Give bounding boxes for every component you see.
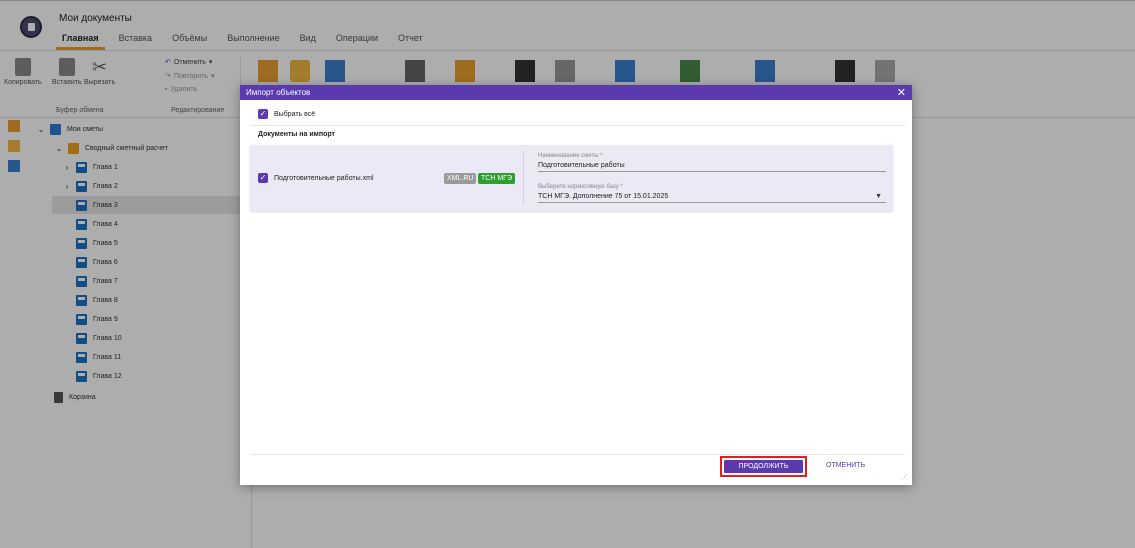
dropdown-arrow-icon[interactable]: ▼ — [875, 193, 882, 200]
format-badge: XML.RU — [444, 173, 477, 184]
select-all-checkbox[interactable]: ✓ Выбрать всё — [258, 109, 315, 119]
card-divider — [523, 151, 524, 205]
continue-button[interactable]: ПРОДОЛЖИТЬ — [724, 460, 803, 473]
dialog-title: Импорт объектов — [246, 88, 311, 97]
estimate-name-label: Наименование сметы * — [538, 153, 603, 159]
close-icon[interactable]: ✕ — [897, 86, 906, 99]
dialog-footer-divider — [250, 454, 905, 455]
cancel-button[interactable]: ОТМЕНИТЬ — [826, 462, 865, 469]
estimate-name-input[interactable]: Подготовительные работы — [538, 162, 886, 172]
import-dialog: Импорт объектов ✕ ✓ Выбрать всё Документ… — [240, 85, 912, 485]
resize-handle-icon[interactable]: ⋰ — [901, 473, 908, 481]
select-all-label: Выбрать всё — [274, 110, 316, 118]
checkbox-checked-icon[interactable]: ✓ — [258, 173, 268, 183]
base-badge: ТСН МГЭ — [478, 173, 515, 184]
checkbox-checked-icon[interactable]: ✓ — [258, 109, 268, 119]
section-title: Документы на импорт — [258, 131, 335, 138]
continue-button-highlight: ПРОДОЛЖИТЬ — [720, 456, 807, 477]
document-filename: Подготовительные работы.xml — [274, 174, 374, 182]
normative-base-select[interactable]: ТСН МГЭ. Дополнение 75 от 15.01.2025 ▼ — [538, 193, 886, 203]
normative-base-label: Выберите нормативную базу * — [538, 184, 623, 190]
normative-base-value: ТСН МГЭ. Дополнение 75 от 15.01.2025 — [538, 193, 669, 200]
import-document-card: ✓ Подготовительные работы.xml XML.RU ТСН… — [250, 145, 893, 211]
document-checkbox[interactable]: ✓ Подготовительные работы.xml — [258, 173, 374, 183]
divider — [250, 125, 905, 126]
dialog-header: Импорт объектов ✕ — [240, 85, 912, 100]
